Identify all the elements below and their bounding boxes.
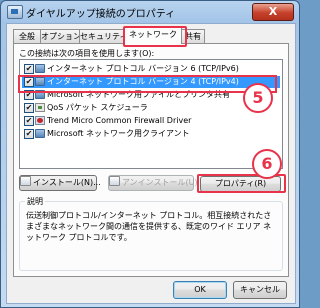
list-item-file-printer-sharing[interactable]: ✔ Microsoft ネットワーク用ファイルとプリンタ共有 (22, 89, 280, 101)
list-item-label: Microsoft ネットワーク用クライアント (47, 129, 190, 138)
network-protocol-icon (35, 64, 45, 73)
step-5-badge: 5 (243, 83, 273, 113)
uninstall-button[interactable]: アンインストール(U) (108, 175, 198, 191)
components-label: この接続は次の項目を使用します(O): (19, 49, 155, 58)
network-tab-panel: この接続は次の項目を使用します(O): ✔ インターネット プロトコル バージョ… (13, 43, 289, 277)
tab-options[interactable]: オプション (40, 29, 81, 43)
tab-network[interactable]: ネットワーク (124, 27, 182, 44)
list-item-ms-client[interactable]: ✔ Microsoft ネットワーク用クライアント (22, 128, 280, 140)
properties-dialog: ダイヤルアップ接続のプロパティ X 全般 オプション セキュリティ ネットワーク… (0, 0, 300, 308)
ok-button[interactable]: OK (173, 281, 227, 299)
qos-icon (35, 103, 45, 112)
network-client-icon (35, 129, 45, 138)
install-button[interactable]: インストール(N)... (19, 175, 101, 191)
network-service-icon (35, 90, 45, 99)
description-text: 伝送制御プロトコル/インターネット プロトコル。相互接続されたさまざまなネットワ… (26, 211, 272, 242)
uninstall-icon (109, 176, 120, 186)
list-item-ipv4[interactable]: ✔ インターネット プロトコル バージョン 4 (TCP/IPv4) (22, 76, 280, 88)
cancel-button[interactable]: キャンセル (233, 281, 287, 299)
list-item-qos[interactable]: ✔ QoS パケット スケジューラ (22, 102, 280, 114)
checkbox-qos[interactable]: ✔ (24, 103, 34, 113)
close-button[interactable]: X (252, 3, 294, 21)
install-button-label: インストール(N)... (33, 178, 101, 187)
step-6-badge: 6 (252, 149, 282, 179)
checkbox-ipv6[interactable]: ✔ (24, 64, 34, 74)
tab-general[interactable]: 全般 (13, 29, 41, 43)
list-item-label: Microsoft ネットワーク用ファイルとプリンタ共有 (47, 90, 230, 99)
components-list[interactable]: ✔ インターネット プロトコル バージョン 6 (TCP/IPv6) ✔ インタ… (19, 59, 283, 169)
checkbox-trend-firewall[interactable]: ✔ (24, 116, 34, 126)
tab-sharing[interactable]: 共有 (181, 29, 205, 43)
title-bar[interactable]: ダイヤルアップ接続のプロパティ X (1, 1, 299, 23)
description-legend: 説明 (25, 196, 45, 207)
list-item-label: インターネット プロトコル バージョン 6 (TCP/IPv6) (47, 64, 239, 73)
list-item-label: インターネット プロトコル バージョン 4 (TCP/IPv4) (47, 77, 239, 86)
dialog-client-area: 全般 オプション セキュリティ ネットワーク 共有 この接続は次の項目を使用しま… (6, 23, 296, 304)
uninstall-button-label: アンインストール(U) (122, 178, 198, 187)
network-protocol-icon (35, 77, 45, 86)
list-item-ipv6[interactable]: ✔ インターネット プロトコル バージョン 6 (TCP/IPv6) (22, 63, 280, 75)
install-icon (20, 176, 31, 186)
firewall-icon (35, 116, 45, 125)
description-group: 説明 伝送制御プロトコル/インターネット プロトコル。相互接続されたさまざまなネ… (19, 196, 283, 271)
window-title: ダイヤルアップ接続のプロパティ (26, 9, 176, 20)
list-item-label: QoS パケット スケジューラ (47, 103, 148, 112)
dialup-connection-icon (7, 5, 23, 19)
tab-security[interactable]: セキュリティ (79, 29, 128, 43)
checkbox-ms-client[interactable]: ✔ (24, 129, 34, 139)
list-item-trend-firewall[interactable]: ✔ Trend Micro Common Firewall Driver (22, 115, 280, 127)
list-item-label: Trend Micro Common Firewall Driver (47, 116, 192, 125)
checkbox-ipv4[interactable]: ✔ (24, 77, 34, 87)
checkbox-file-printer-sharing[interactable]: ✔ (24, 90, 34, 100)
